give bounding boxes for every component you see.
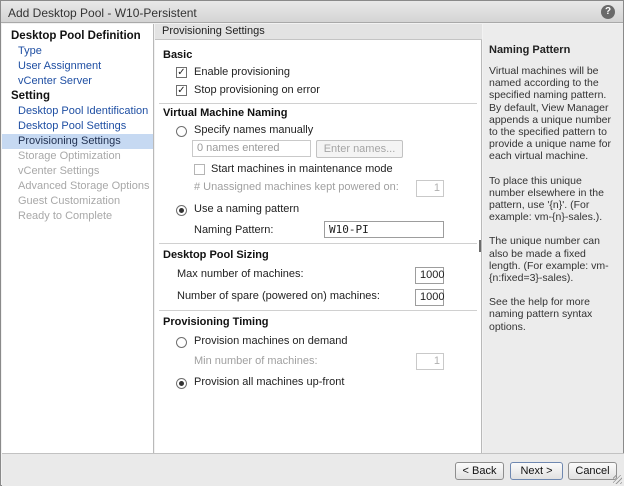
help-icon[interactable]: ? [601,5,615,19]
nav-item-ready-to-complete: Ready to Complete [18,210,113,222]
nav-item-pool-settings[interactable]: Desktop Pool Settings [2,119,153,134]
min-machines-field[interactable]: 1 [416,353,444,370]
naming-pattern-radio-label: Use a naming pattern [194,203,300,215]
help-title: Naming Pattern [489,44,571,56]
max-machines-input[interactable]: 1000 [415,267,444,284]
naming-pattern-field-label: Naming Pattern: [194,224,274,236]
back-button[interactable]: < Back [455,462,504,480]
nav-item-advanced-storage: Advanced Storage Options [18,180,150,192]
help-panel: Naming Pattern Virtual machines will be … [483,24,623,453]
nav-item-storage-optimization: Storage Optimization [18,150,121,162]
section-timing-title: Provisioning Timing [163,316,269,328]
upfront-label: Provision all machines up-front [194,376,345,388]
add-desktop-pool-dialog: Add Desktop Pool - W10-Persistent ? Desk… [0,0,624,486]
maintenance-mode-label: Start machines in maintenance mode [211,163,393,175]
nav-item-user-assignment[interactable]: User Assignment [2,59,153,74]
on-demand-label: Provision machines on demand [194,335,348,347]
stop-on-error-checkbox[interactable]: ✓ [176,85,187,96]
maintenance-mode-checkbox[interactable] [194,164,205,175]
naming-pattern-radio[interactable] [176,205,187,216]
provisioning-settings-panel: Provisioning Settings Basic ✓ Enable pro… [155,24,482,453]
nav-group-setting: Setting [11,90,50,102]
nav-item-vcenter-server[interactable]: vCenter Server [2,74,153,89]
naming-pattern-input[interactable]: W10-PI [324,221,444,238]
spare-machines-label: Number of spare (powered on) machines: [177,290,380,302]
enable-provisioning-label: Enable provisioning [194,66,291,78]
max-machines-label: Max number of machines: [177,268,304,280]
min-machines-label: Min number of machines: [194,355,318,367]
panel-header: Provisioning Settings [155,24,482,40]
enter-names-button[interactable]: Enter names... [316,140,403,158]
cancel-button[interactable]: Cancel [568,462,617,480]
section-basic-title: Basic [163,49,193,61]
specify-names-radio[interactable] [176,126,187,137]
divider [159,310,477,311]
on-demand-radio[interactable] [176,337,187,348]
enable-provisioning-checkbox[interactable]: ✓ [176,67,187,78]
specify-names-label: Specify names manually [194,124,314,136]
divider [159,243,477,244]
stop-on-error-label: Stop provisioning on error [194,84,320,96]
section-naming-title: Virtual Machine Naming [163,107,288,119]
unassigned-powered-on-field[interactable]: 1 [416,180,444,197]
names-entered-field[interactable]: 0 names entered [192,140,311,157]
help-paragraph: The unique number can also be made a fix… [489,235,609,285]
divider [159,103,477,104]
nav-item-vcenter-settings: vCenter Settings [18,165,100,177]
title-bar: Add Desktop Pool - W10-Persistent ? [1,1,623,23]
upfront-radio[interactable] [176,378,187,389]
unassigned-powered-on-label: # Unassigned machines kept powered on: [194,181,399,193]
resize-grip-icon[interactable] [613,475,622,484]
next-button[interactable]: Next > [510,462,563,480]
help-paragraph: Virtual machines will be named according… [489,65,612,163]
wizard-nav: Desktop Pool Definition Type User Assign… [2,24,154,453]
help-paragraph: See the help for more naming pattern syn… [489,296,593,333]
spare-machines-input[interactable]: 1000 [415,289,444,306]
scrollbar-thumb[interactable] [479,240,481,252]
nav-item-pool-identification[interactable]: Desktop Pool Identification [2,104,153,119]
dialog-footer: < Back Next > Cancel [2,453,624,486]
nav-group-definition: Desktop Pool Definition [11,30,141,42]
nav-item-type[interactable]: Type [2,44,153,59]
dialog-title: Add Desktop Pool - W10-Persistent [8,6,197,20]
nav-item-guest-customization: Guest Customization [18,195,121,207]
section-sizing-title: Desktop Pool Sizing [163,249,269,261]
nav-item-provisioning-settings[interactable]: Provisioning Settings [2,134,153,149]
help-paragraph: To place this unique number elsewhere in… [489,174,604,224]
